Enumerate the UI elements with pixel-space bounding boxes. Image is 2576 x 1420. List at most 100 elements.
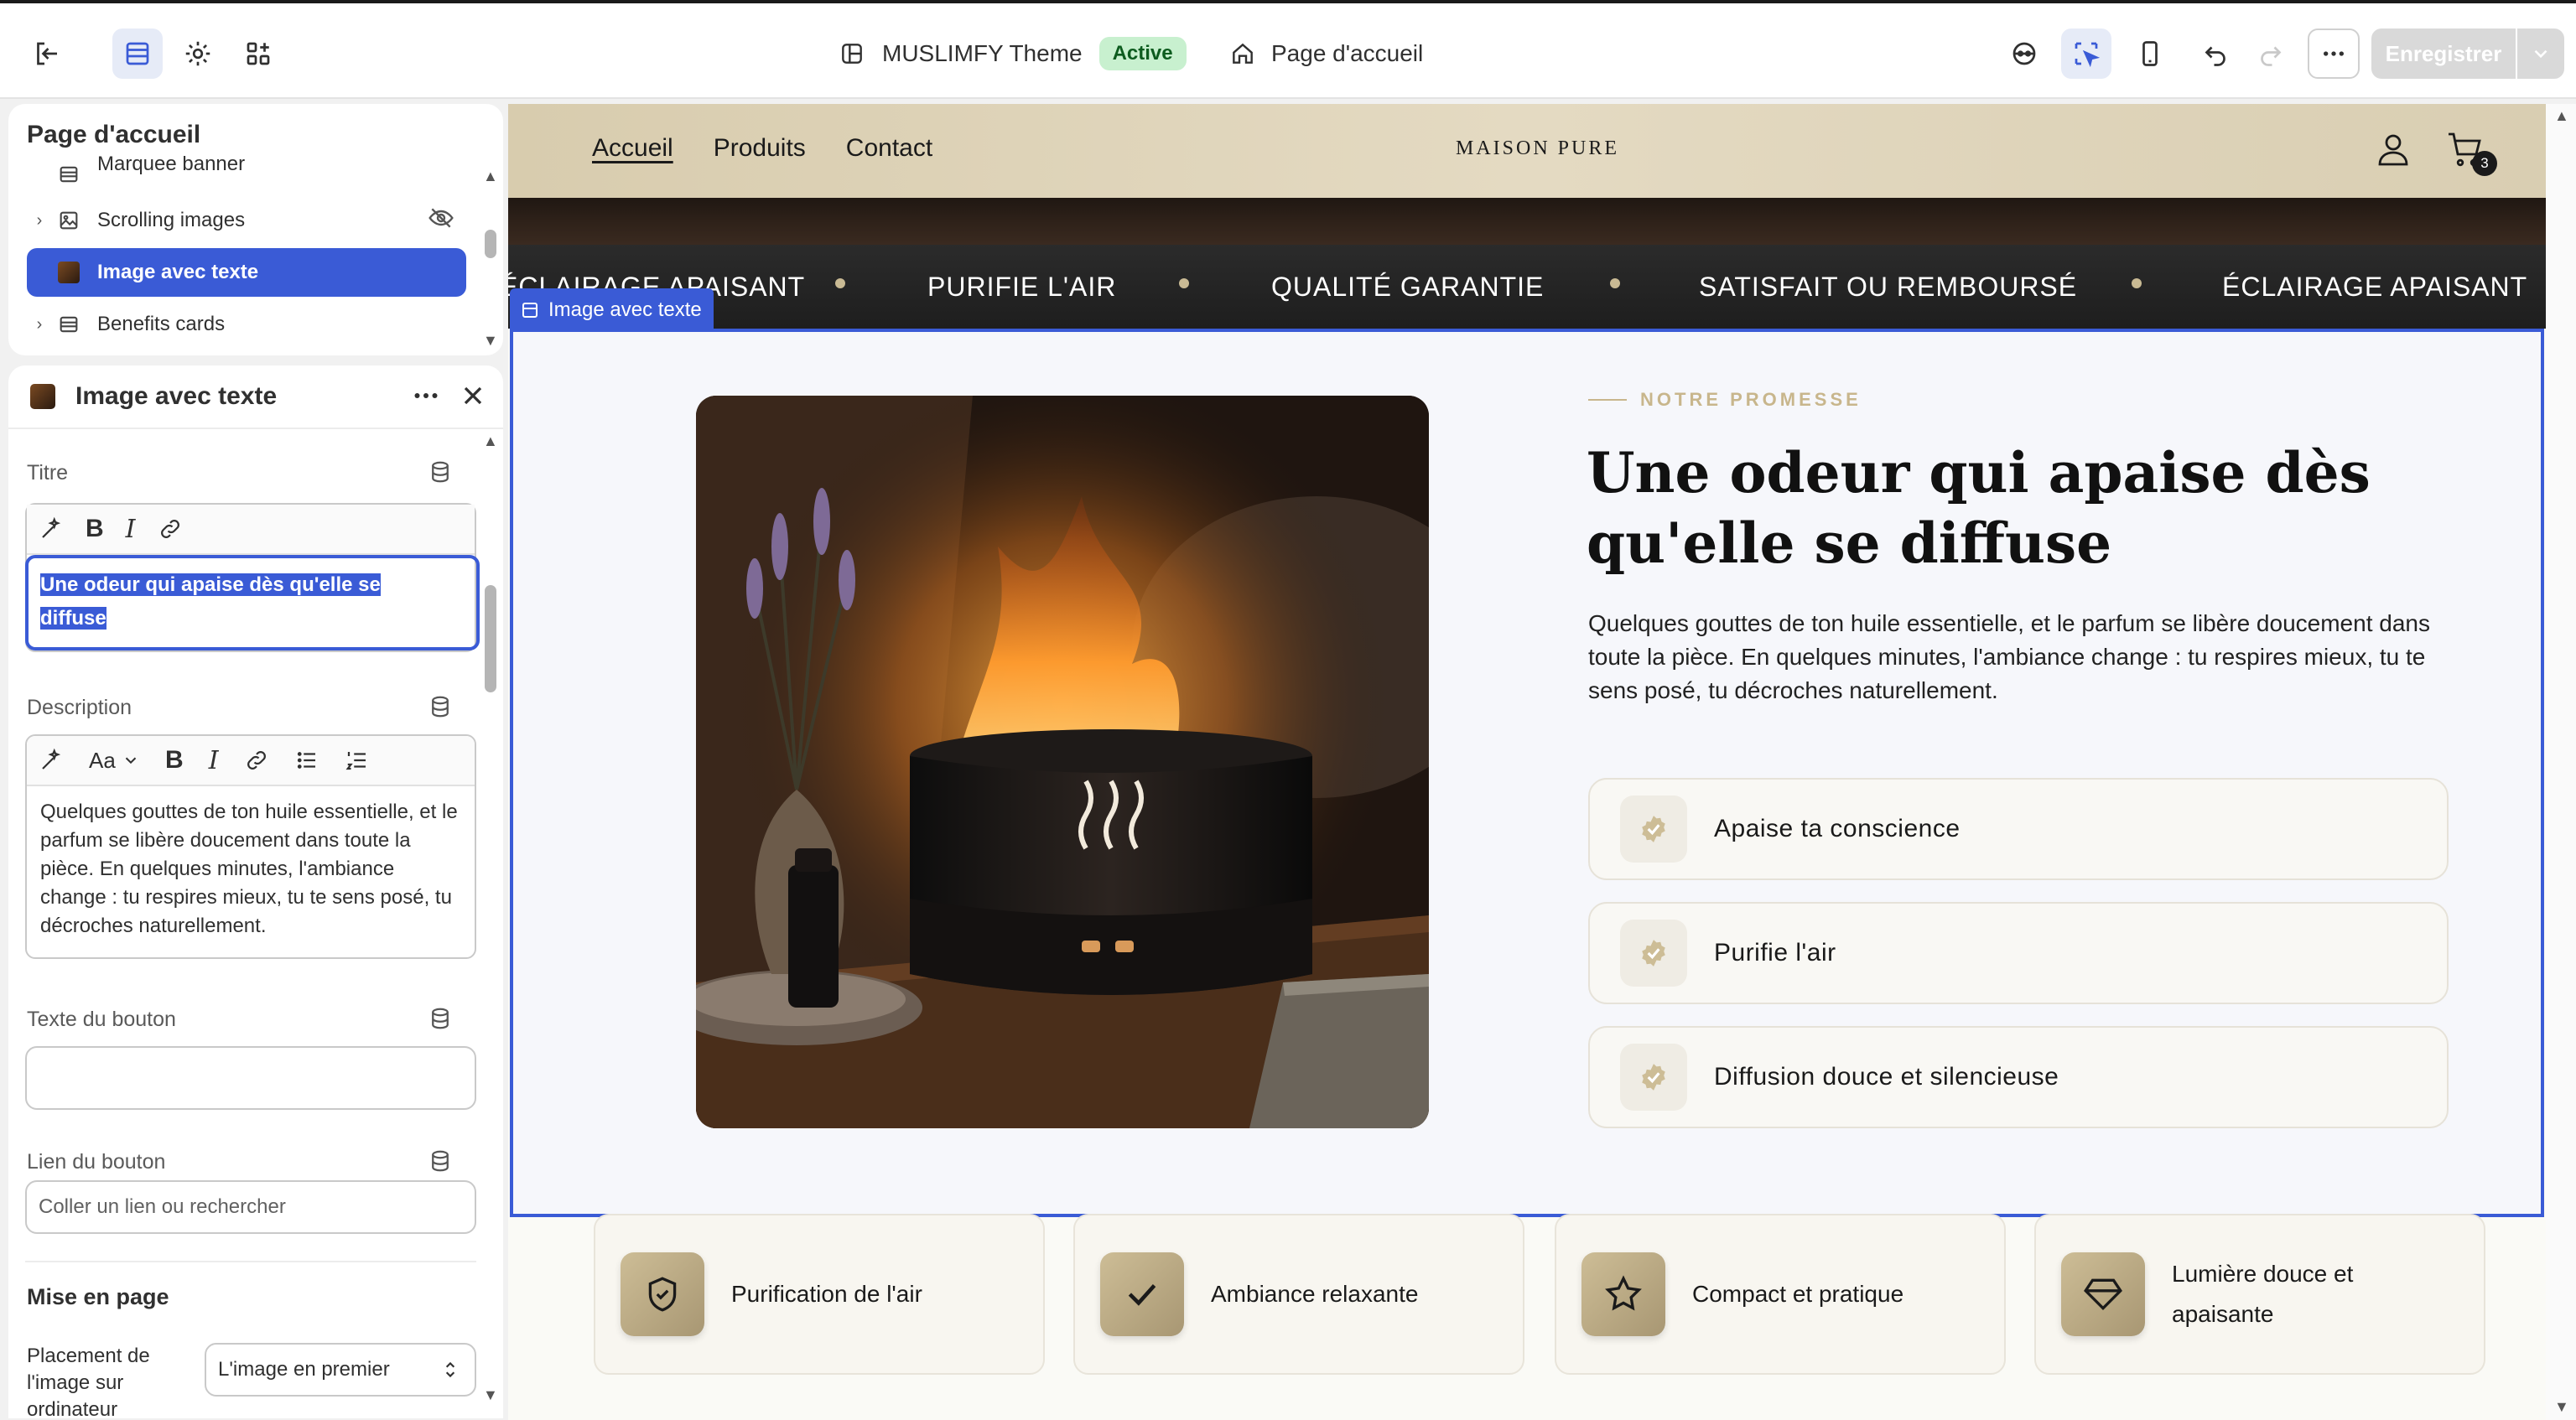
page-selector[interactable]: Page d'accueil [1229,34,1423,74]
tree-item-image-avec-texte[interactable]: Image avec texte [27,248,466,297]
image-placement-select[interactable]: L'image en premier [205,1343,476,1397]
dynamic-source-icon[interactable] [428,1006,453,1031]
scroll-down-arrow-icon[interactable]: ▼ [483,1386,498,1404]
italic-icon[interactable]: I [126,515,136,544]
mobile-preview-icon[interactable] [2125,29,2175,79]
link-icon[interactable] [244,748,269,773]
benefit-item: Apaise ta conscience [1588,778,2449,880]
description-rich-text-editor[interactable]: Aa B I Quelques gouttes de ton huile ess… [25,734,476,959]
description-textarea[interactable]: Quelques gouttes de ton huile essentiell… [27,786,475,952]
undo-icon[interactable] [2190,29,2241,79]
italic-icon[interactable]: I [209,746,219,775]
save-options-button[interactable] [2517,29,2564,79]
sections-tree-panel: Page d'accueil Marquee banner › Scrollin… [8,104,503,355]
nav-link-accueil[interactable]: Accueil [592,134,673,163]
save-button[interactable]: Enregistrer [2371,29,2516,79]
image-placement-value: L'image en premier [218,1358,390,1381]
exit-icon[interactable] [22,29,72,79]
section-layout-icon [52,158,86,191]
inspector-select-icon[interactable] [2061,29,2111,79]
benefit-card: Lumière douce et apaisante [2034,1214,2485,1375]
theme-name: MUSLIMFY Theme [882,40,1083,66]
tree-scrollbar[interactable] [485,230,496,258]
marquee-item: QUALITÉ GARANTIE [1271,272,1545,302]
image-icon [52,204,86,237]
settings-gear-icon[interactable] [173,29,223,79]
theme-selector[interactable]: MUSLIMFY Theme Active [839,34,1187,74]
section-settings-panel: Image avec texte Titre B I Une odeur qui… [8,365,503,1418]
numbered-list-icon[interactable] [345,748,370,773]
button-text-input[interactable] [25,1046,476,1110]
chevron-down-icon [2534,49,2547,59]
benefit-item: Purifie l'air [1588,902,2449,1004]
dynamic-source-icon[interactable] [428,694,453,719]
benefit-label: Diffusion douce et silencieuse [1714,1063,2059,1091]
tree-item-label: Marquee banner [97,156,246,175]
marquee-banner: ÉCLAIRAGE APAISANT PURIFIE L'AIR QUALITÉ… [508,245,2546,329]
layout-heading: Mise en page [27,1284,169,1309]
eyebrow-text: NOTRE PROMESSE [1640,389,1862,410]
description-toolbar: Aa B I [27,736,475,786]
account-icon[interactable] [2373,129,2413,174]
dynamic-source-icon[interactable] [428,459,453,485]
section-description[interactable]: Quelques gouttes de ton huile essentiell… [1588,607,2469,707]
chevron-right-icon[interactable]: › [27,315,52,334]
button-link-input[interactable]: Coller un lien ou rechercher [25,1180,476,1234]
link-icon[interactable] [158,516,183,542]
apps-icon[interactable] [233,29,283,79]
more-actions-button[interactable] [2308,29,2360,79]
preview-scrollbar[interactable]: ▲ ▼ [2546,104,2576,1420]
bold-icon[interactable]: B [165,746,184,775]
tree-item-label: Scrolling images [97,209,246,231]
benefit-card-label: Ambiance relaxante [1211,1281,1419,1307]
badge-check-icon [1620,1044,1687,1111]
tree-item-marquee-banner[interactable]: Marquee banner [27,156,466,193]
marquee-item: SATISFAIT OU REMBOURSÉ [1699,272,2078,302]
magic-sparkle-icon[interactable] [39,516,64,542]
dynamic-source-icon[interactable] [428,1148,453,1174]
shield-check-icon [621,1252,704,1336]
tree-item-benefits-cards[interactable]: › Benefits cards [27,300,466,349]
benefit-card-label: Lumière douce et apaisante [2172,1261,2354,1327]
selected-section-tag[interactable]: Image avec texte [510,288,714,332]
nav-link-contact[interactable]: Contact [846,134,932,163]
chevron-right-icon[interactable]: › [27,211,52,231]
section-layout-icon [522,303,538,318]
section-tag-label: Image avec texte [548,298,702,321]
tree-item-scrolling-images[interactable]: › Scrolling images [27,196,466,245]
ellipsis-icon[interactable] [411,381,441,415]
settings-title: Image avec texte [75,382,278,410]
text-style-dropdown-icon[interactable]: Aa [89,748,140,774]
scroll-down-arrow-icon[interactable]: ▼ [483,332,498,350]
nav-link-produits[interactable]: Produits [714,134,806,163]
panel-page-title: Page d'accueil [27,121,201,148]
close-icon[interactable] [458,381,488,415]
hidden-eye-icon[interactable] [428,205,454,237]
scroll-up-arrow-icon[interactable]: ▲ [483,168,498,185]
redo-icon[interactable] [2246,29,2296,79]
settings-header: Image avec texte [8,365,503,429]
benefit-card: Purification de l'air [594,1214,1045,1375]
ellipsis-icon [2324,51,2344,56]
title-rich-text-editor[interactable]: B I Une odeur qui apaise dès qu'elle se … [25,503,480,652]
bold-icon[interactable]: B [86,515,104,543]
magic-sparkle-icon[interactable] [39,748,64,773]
scroll-up-arrow-icon[interactable]: ▲ [2554,107,2569,125]
badge-check-icon [1620,920,1687,987]
badge-check-icon [1620,796,1687,863]
marquee-item: ÉCLAIRAGE APAISANT [2222,272,2528,302]
settings-scrollbar[interactable] [485,585,496,692]
sections-icon[interactable] [112,29,163,79]
ai-face-icon[interactable] [1999,29,2049,79]
title-toolbar: B I [27,505,475,555]
bullet-list-icon[interactable] [294,748,319,773]
title-input[interactable]: Une odeur qui apaise dès qu'elle se diff… [25,555,480,650]
scroll-down-arrow-icon[interactable]: ▼ [2554,1398,2569,1416]
scroll-up-arrow-icon[interactable]: ▲ [483,433,498,450]
checkmark-icon [1100,1252,1184,1336]
benefit-card-label: Purification de l'air [731,1281,922,1307]
section-heading[interactable]: Une odeur qui apaise dès qu'elle se diff… [1587,438,2425,578]
benefit-label: Purifie l'air [1714,939,1836,967]
store-brand-logo[interactable]: MAISON PURE [1456,137,1619,160]
store-header: Accueil Produits Contact MAISON PURE 3 [508,104,2546,198]
